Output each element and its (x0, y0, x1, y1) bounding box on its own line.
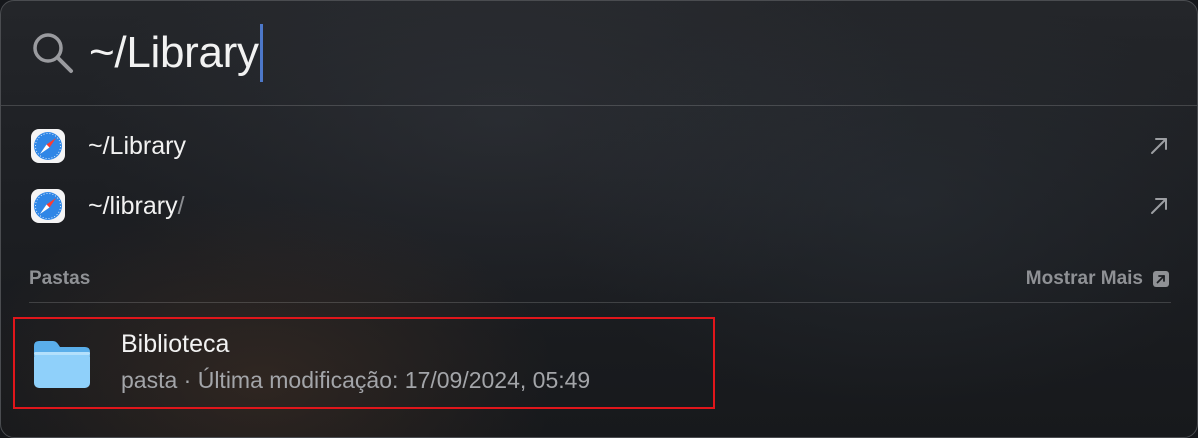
result-title: Biblioteca (121, 330, 230, 358)
folder-icon (34, 341, 90, 388)
result-item-biblioteca[interactable]: Biblioteca pasta · Última modificação: 1… (13, 317, 715, 409)
show-more-button[interactable]: Mostrar Mais (1026, 259, 1169, 299)
safari-icon (31, 129, 65, 163)
search-divider (1, 105, 1197, 106)
section-header: Pastas Mostrar Mais (1, 259, 1197, 299)
search-query: ~/Library (89, 28, 259, 77)
section-divider (29, 302, 1171, 303)
section-title: Pastas (29, 268, 91, 289)
suggestion-label: ~/Library (88, 132, 186, 160)
show-more-icon (1153, 271, 1169, 287)
open-arrow-icon[interactable] (1149, 136, 1169, 156)
search-bar[interactable]: ~/Library (1, 1, 1197, 105)
show-more-label: Mostrar Mais (1025, 268, 1143, 289)
search-icon (33, 33, 73, 73)
text-cursor (259, 24, 263, 82)
result-subtitle: pasta · Última modificação: 17/09/2024, … (121, 367, 591, 393)
open-arrow-icon[interactable] (1149, 196, 1169, 216)
search-input[interactable]: ~/Library (89, 23, 263, 83)
suggestion-item[interactable]: ~/Library (1, 118, 1197, 174)
suggestion-item[interactable]: ~/library/ (1, 178, 1197, 234)
suggestion-label: ~/library/ (88, 192, 185, 220)
safari-icon (31, 189, 65, 223)
spotlight-window: ~/Library ~/Library ~/library/ Pastas Mo… (0, 0, 1198, 438)
